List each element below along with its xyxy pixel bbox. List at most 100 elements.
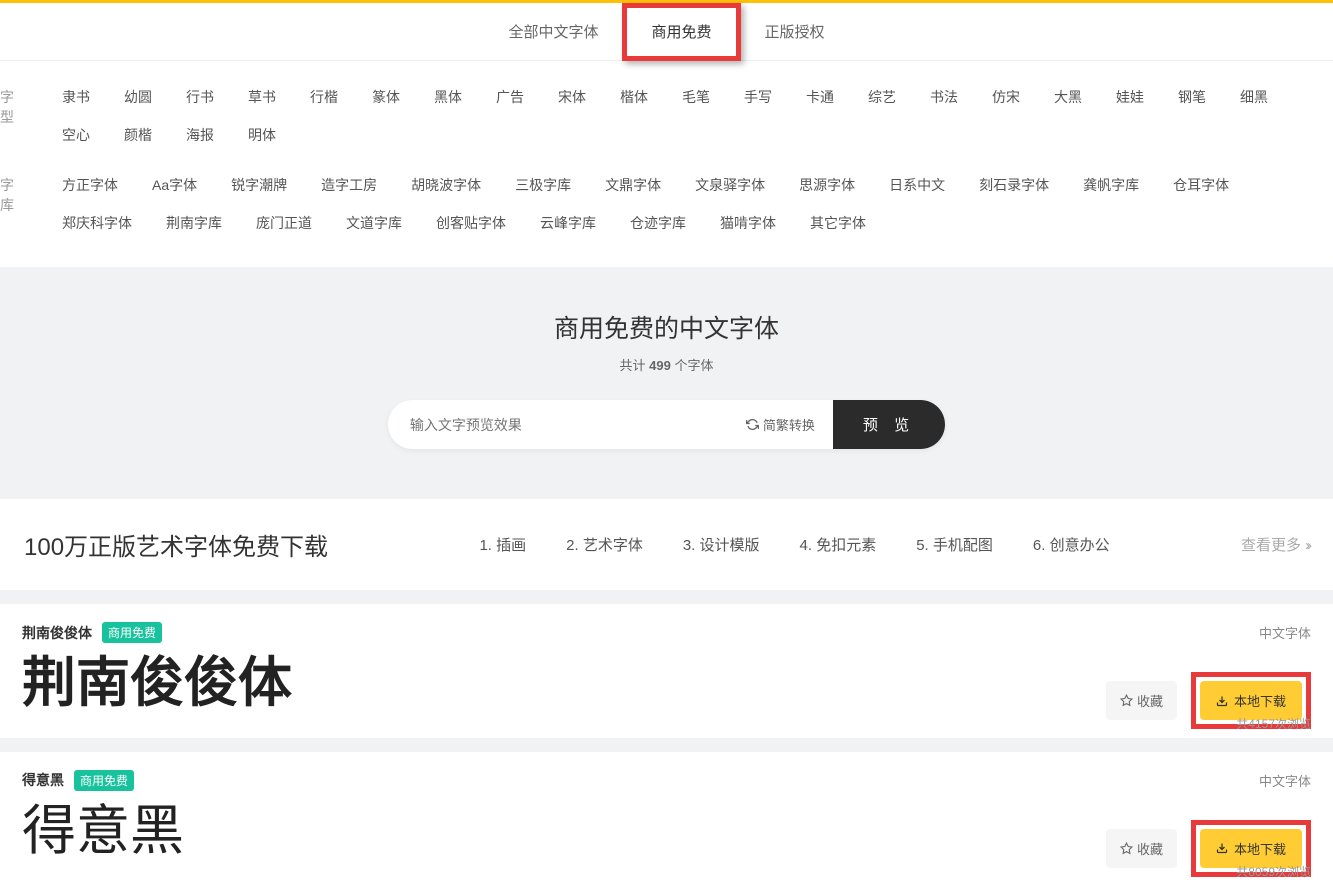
hero-section: 商用免费的中文字体 共计 499 个字体 简繁转换 预 览 [0, 267, 1333, 499]
preview-input[interactable] [388, 403, 728, 447]
hero-sub-suffix: 个字体 [671, 358, 714, 373]
font-name[interactable]: 荆南俊俊体 [22, 623, 92, 643]
filter-tags-type: 隶书幼圆行书草书行楷篆体黑体广告宋体楷体毛笔手写卡通综艺书法仿宋大黑娃娃钢笔细黑… [48, 81, 1333, 157]
filter-tag[interactable]: 文鼎字体 [591, 169, 675, 201]
font-card: 荆南俊俊体 商用免费 中文字体 荆南俊俊体 收藏 本地下载 共4157次浏览 [0, 604, 1333, 738]
font-card-head: 荆南俊俊体 商用免费 中文字体 [22, 622, 1311, 643]
free-badge: 商用免费 [74, 770, 134, 791]
filter-row-type: 字型 隶书幼圆行书草书行楷篆体黑体广告宋体楷体毛笔手写卡通综艺书法仿宋大黑娃娃钢… [0, 81, 1333, 157]
filter-tag[interactable]: 宋体 [544, 81, 600, 113]
filter-tag[interactable]: 空心 [48, 119, 104, 151]
font-card-head: 得意黑 商用免费 中文字体 [22, 770, 1311, 791]
promo-bar: 100万正版艺术字体免费下载 1. 插画 2. 艺术字体 3. 设计模版 4. 免扣元… [0, 499, 1333, 590]
hero-sub-prefix: 共计 [620, 358, 650, 373]
filter-tag[interactable]: Aa字体 [138, 169, 211, 201]
filter-tag[interactable]: 造字工房 [307, 169, 391, 201]
filter-tag[interactable]: 草书 [234, 81, 290, 113]
view-count: 共4157次浏览 [1236, 715, 1311, 732]
filter-tag[interactable]: 创客贴字体 [422, 207, 520, 239]
filter-tag[interactable]: 郑庆科字体 [48, 207, 146, 239]
filter-tag[interactable]: 毛笔 [668, 81, 724, 113]
tab-free-commercial[interactable]: 商用免费 [622, 3, 740, 61]
filter-tag[interactable]: 其它字体 [796, 207, 880, 239]
tab-all-chinese[interactable]: 全部中文字体 [484, 3, 622, 61]
font-category[interactable]: 中文字体 [1259, 771, 1311, 790]
filter-tag[interactable]: 思源字体 [785, 169, 869, 201]
search-bar: 简繁转换 预 览 [388, 400, 945, 449]
filter-tag[interactable]: 书法 [916, 81, 972, 113]
filter-tag[interactable]: 龚帆字库 [1069, 169, 1153, 201]
preview-button[interactable]: 预 览 [833, 400, 945, 449]
favorite-button[interactable]: 收藏 [1106, 681, 1177, 720]
filter-tag[interactable]: 文道字库 [332, 207, 416, 239]
filter-tag[interactable]: 行书 [172, 81, 228, 113]
filter-tags-lib: 方正字体Aa字体锐字潮牌造字工房胡晓波字体三极字库文鼎字体文泉驿字体思源字体日系… [48, 169, 1333, 245]
filter-tag[interactable]: 手写 [730, 81, 786, 113]
favorite-label: 收藏 [1137, 691, 1163, 710]
convert-toggle[interactable]: 简繁转换 [728, 415, 833, 434]
filter-tag[interactable]: 庞门正道 [242, 207, 326, 239]
spacer [0, 590, 1333, 604]
filter-label-type: 字型 [0, 81, 48, 133]
filter-tag[interactable]: 荆南字库 [152, 207, 236, 239]
promo-link[interactable]: 4. 免扣元素 [800, 534, 877, 555]
filter-tag[interactable]: 幼圆 [110, 81, 166, 113]
hero-title: 商用免费的中文字体 [0, 309, 1333, 345]
font-category[interactable]: 中文字体 [1259, 623, 1311, 642]
download-label: 本地下载 [1234, 691, 1286, 710]
promo-link[interactable]: 6. 创意办公 [1033, 534, 1110, 555]
hero-subtitle: 共计 499 个字体 [0, 355, 1333, 374]
promo-link[interactable]: 1. 插画 [479, 534, 526, 555]
promo-links: 1. 插画 2. 艺术字体 3. 设计模版 4. 免扣元素 5. 手机配图 6. 创意办公 [348, 534, 1241, 555]
filter-tag[interactable]: 文泉驿字体 [681, 169, 779, 201]
favorite-button[interactable]: 收藏 [1106, 829, 1177, 868]
filter-tag[interactable]: 海报 [172, 119, 228, 151]
view-count: 共8059次浏览 [1236, 863, 1311, 880]
font-name[interactable]: 得意黑 [22, 770, 64, 790]
main-tabs: 全部中文字体 商用免费 正版授权 [0, 3, 1333, 61]
favorite-label: 收藏 [1137, 839, 1163, 858]
filter-tag[interactable]: 行楷 [296, 81, 352, 113]
filter-tag[interactable]: 综艺 [854, 81, 910, 113]
promo-more-label: 查看更多 [1241, 537, 1301, 554]
filter-tag[interactable]: 卡通 [792, 81, 848, 113]
filter-tag[interactable]: 隶书 [48, 81, 104, 113]
font-list: 荆南俊俊体 商用免费 中文字体 荆南俊俊体 收藏 本地下载 共4157次浏览 得… [0, 604, 1333, 886]
font-name-row: 得意黑 商用免费 [22, 770, 134, 791]
filter-tag[interactable]: 胡晓波字体 [397, 169, 495, 201]
filter-tag[interactable]: 锐字潮牌 [217, 169, 301, 201]
filter-tag[interactable]: 方正字体 [48, 169, 132, 201]
filter-tag[interactable]: 楷体 [606, 81, 662, 113]
filter-tag[interactable]: 黑体 [420, 81, 476, 113]
star-icon [1120, 842, 1133, 855]
filter-tag[interactable]: 娃娃 [1102, 81, 1158, 113]
hero-count: 499 [649, 358, 671, 373]
filter-tag[interactable]: 广告 [482, 81, 538, 113]
filter-tag[interactable]: 篆体 [358, 81, 414, 113]
filter-tag[interactable]: 颜楷 [110, 119, 166, 151]
filter-tag[interactable]: 明体 [234, 119, 290, 151]
promo-link[interactable]: 2. 艺术字体 [566, 534, 643, 555]
promo-link[interactable]: 3. 设计模版 [683, 534, 760, 555]
spacer [0, 738, 1333, 752]
filter-tag[interactable]: 大黑 [1040, 81, 1096, 113]
promo-link[interactable]: 5. 手机配图 [916, 534, 993, 555]
filter-section: 字型 隶书幼圆行书草书行楷篆体黑体广告宋体楷体毛笔手写卡通综艺书法仿宋大黑娃娃钢… [0, 61, 1333, 267]
star-icon [1120, 694, 1133, 707]
filter-tag[interactable]: 仓迹字库 [616, 207, 700, 239]
filter-tag[interactable]: 猫啃字体 [706, 207, 790, 239]
tab-licensed[interactable]: 正版授权 [741, 3, 849, 61]
filter-tag[interactable]: 细黑 [1226, 81, 1282, 113]
promo-title: 100万正版艺术字体免费下载 [24, 527, 328, 562]
filter-tag[interactable]: 云峰字库 [526, 207, 610, 239]
download-icon [1216, 842, 1228, 854]
filter-tag[interactable]: 仿宋 [978, 81, 1034, 113]
filter-tag[interactable]: 三极字库 [501, 169, 585, 201]
promo-more[interactable]: 查看更多›› [1241, 534, 1309, 555]
filter-tag[interactable]: 刻石录字体 [965, 169, 1063, 201]
filter-tag[interactable]: 钢笔 [1164, 81, 1220, 113]
filter-tag[interactable]: 仓耳字体 [1159, 169, 1243, 201]
filter-tag[interactable]: 日系中文 [875, 169, 959, 201]
refresh-icon [746, 418, 759, 431]
download-icon [1216, 695, 1228, 707]
